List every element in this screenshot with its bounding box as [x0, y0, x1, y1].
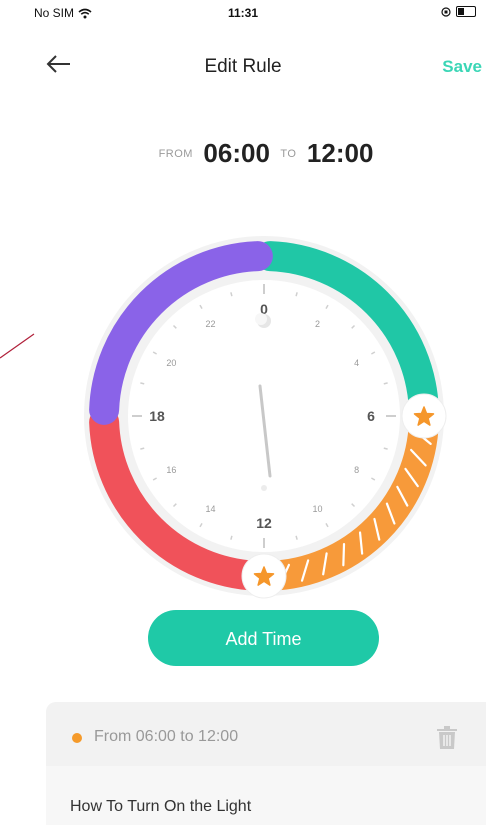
to-time[interactable]: 12:00	[307, 138, 374, 168]
hour-label-10: 10	[312, 504, 322, 514]
dial-tick	[140, 382, 145, 385]
status-bar: No SIM 11:31	[0, 0, 486, 28]
hour-label-16: 16	[166, 465, 176, 475]
dial-tick	[295, 535, 298, 540]
trash-icon[interactable]	[436, 726, 458, 750]
orientation-lock-icon	[441, 6, 451, 17]
stray-line	[0, 333, 35, 359]
sun-icon	[261, 485, 267, 491]
hour-label-20: 20	[166, 358, 176, 368]
start-time-handle[interactable]	[401, 393, 447, 439]
page-title: Edit Rule	[204, 56, 282, 77]
dial-tick	[383, 382, 388, 385]
rule-range-text: From 06:00 to 12:00	[94, 728, 239, 745]
from-label: FROM	[158, 147, 193, 160]
from-time[interactable]: 06:00	[203, 138, 270, 168]
selection-stripe	[342, 542, 346, 567]
status-dot	[72, 733, 82, 743]
battery-icon	[456, 6, 476, 17]
end-time-handle[interactable]	[241, 553, 287, 599]
time-range: FROM 06:00 TO 12:00	[0, 138, 486, 169]
save-button[interactable]: Save	[442, 57, 482, 77]
hour-label-2: 2	[315, 319, 320, 329]
to-label: TO	[280, 147, 297, 160]
hour-label-4: 4	[354, 358, 359, 368]
time-dial[interactable]: 0246810121416182022	[74, 226, 454, 606]
dial-tick	[230, 535, 233, 540]
rule-card: From 06:00 to 12:00 How To Turn On the L…	[46, 702, 486, 825]
hour-label-22: 22	[205, 319, 215, 329]
hour-label-18: 18	[149, 408, 165, 424]
dial-tick	[140, 447, 145, 450]
dial-tick	[383, 447, 388, 450]
dial-tick	[230, 292, 233, 297]
status-time: 11:31	[227, 6, 259, 20]
rule-section-title: How To Turn On the Light	[70, 798, 252, 815]
status-right	[441, 6, 476, 17]
hour-label-6: 6	[367, 408, 375, 424]
add-time-button[interactable]: Add Time	[148, 610, 379, 666]
hour-label-8: 8	[354, 465, 359, 475]
rule-card-header[interactable]: From 06:00 to 12:00	[46, 702, 486, 766]
hour-label-12: 12	[256, 515, 272, 531]
hour-label-14: 14	[205, 504, 215, 514]
dial-tick	[295, 292, 298, 297]
